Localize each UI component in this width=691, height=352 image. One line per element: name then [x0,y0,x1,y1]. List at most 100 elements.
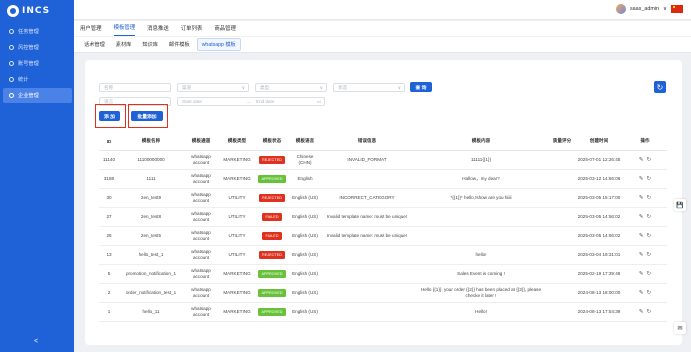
chart-icon [9,77,14,82]
cell-actions: ✎ ↻ [623,207,667,227]
table-row[interactable]: 5 promotion_notification_1 whatsapp accoun… [99,264,667,284]
channel-select[interactable]: 渠道 ∨ [177,83,249,92]
tab-order-list[interactable]: 订单列表 [181,24,203,36]
tab-script-management[interactable]: 话术管理 [80,39,109,50]
cell-id: 11140 [99,150,119,170]
name-filter-input[interactable]: 名称 [99,83,171,92]
table-row[interactable]: 13 hello_test_1 whatsapp account UTILITY REJ… [99,245,667,265]
sync-icon[interactable]: ↻ [647,214,652,220]
table-row[interactable]: 1 hello_11 whatsapp account MARKETING APPROV… [99,302,667,322]
cell-created: 2025-07-01 12:26:45 [575,150,623,170]
save-icon[interactable]: 💾 [674,199,686,211]
cell-language: English [289,169,321,189]
cell-channel: whatsapp account [183,283,219,303]
cell-error [321,169,413,189]
user-menu[interactable]: saas_admin ∨ [615,4,683,14]
table-row[interactable]: 3188 1111 whatsapp account MARKETING APPROVE… [99,169,667,189]
edit-icon[interactable]: ✎ [639,176,644,182]
language-flag-icon[interactable] [671,5,683,13]
edit-icon[interactable]: ✎ [639,290,644,296]
column-header: ID [99,133,119,151]
cell-channel: whatsapp account [183,245,219,265]
column-header: 质量评分 [549,133,575,151]
cell-score [549,150,575,170]
cell-content: 11111{{1}} [413,150,549,170]
sync-icon[interactable]: ↻ [647,309,652,315]
cell-created: 2024-08-13 17:54:39 [575,302,623,322]
tab-user-management[interactable]: 用户管理 [80,24,102,36]
tab-material-library[interactable]: 素材库 [112,39,136,50]
edit-icon[interactable]: ✎ [639,157,644,163]
refresh-button[interactable]: ↻ [654,81,666,93]
sidebar-item-enterprise[interactable]: 企业管理 [3,88,72,103]
sidebar-item-risk[interactable]: 风控管理 [3,40,72,55]
edit-icon[interactable]: ✎ [639,309,644,315]
query-button[interactable]: 查 询 [410,82,432,92]
cell-language: English (US) [289,188,321,208]
sync-icon[interactable]: ↻ [647,176,652,182]
tab-message-push[interactable]: 消息推送 [147,24,169,36]
cell-language: English (US) [289,245,321,265]
table-row[interactable]: 27 2en_test8 whatsapp account UTILITY FAILED… [99,207,667,227]
cell-type: MARKETING [219,302,255,322]
status-badge: APPROVED [258,174,286,183]
tab-email-template[interactable]: 邮件模板 [165,39,194,50]
sidebar-item-task[interactable]: 任务管理 [3,24,72,39]
edit-icon[interactable]: ✎ [639,233,644,239]
cell-actions: ✎ ↻ [623,264,667,284]
cell-status: REJECTED [255,245,289,265]
cell-status: FAILED [255,226,289,246]
sync-icon[interactable]: ↻ [647,252,652,258]
edit-icon[interactable]: ✎ [639,252,644,258]
table-row[interactable]: 26 2en_test5 whatsapp account UTILITY FAILED… [99,226,667,246]
placeholder: 状态 [338,85,348,90]
cell-created: 2025-02-19 17:39:46 [575,264,623,284]
date-range-picker[interactable]: Start date → End date ▭ [177,97,325,106]
edit-icon[interactable]: ✎ [639,195,644,201]
batch-add-button[interactable]: 批量添加 [131,111,163,121]
tab-product-management[interactable]: 商品管理 [214,24,236,36]
cell-name: hello_test_1 [119,245,183,265]
cell-language: English (US) [289,302,321,322]
sync-icon[interactable]: ↻ [647,157,652,163]
type-select[interactable]: 类型 ∨ [255,83,327,92]
tab-knowledge-base[interactable]: 知识库 [138,39,162,50]
sync-icon[interactable]: ↻ [647,195,652,201]
cell-actions: ✎ ↻ [623,169,667,189]
cell-created: 2025-03-05 15:17:00 [575,188,623,208]
status-select[interactable]: 状态 ∨ [333,83,405,92]
add-button[interactable]: 添 加 [99,111,120,121]
cell-channel: whatsapp account [183,302,219,322]
status-badge: APPROVED [258,288,286,297]
sidebar-item-label: 企业管理 [18,93,39,99]
sync-icon[interactable]: ↻ [647,233,652,239]
edit-icon[interactable]: ✎ [639,214,644,220]
sidebar-item-label: 统计 [18,77,29,83]
column-header: 错误信息 [321,133,413,151]
cell-actions: ✎ ↻ [623,302,667,322]
status-badge: FAILED [262,212,282,221]
table-row[interactable]: 2 order_notification_test_1 whatsapp accou… [99,283,667,303]
sidebar-item-label: 风控管理 [18,45,39,51]
cell-content [413,207,549,227]
cell-language: English (US) [289,264,321,284]
cell-type: MARKETING [219,283,255,303]
collapse-sidebar-button[interactable]: < [34,338,38,345]
tab-whatsapp-template[interactable]: whatsapp 模板 [196,38,241,51]
sidebar-item-stats[interactable]: 统计 [3,72,72,87]
sidebar-item-account[interactable]: 账号管理 [3,56,72,71]
table-row[interactable]: 11140 11100000000 whatsapp account MARKETIN… [99,150,667,170]
templates-table: ID 模板名称 模板通道 模板类型 模板状态 模板语言 错误信息 模板内容 质量评分 创建时间 操作… [99,133,667,322]
tab-template-management[interactable]: 模板管理 [113,23,136,36]
cell-created: 2025-03-04 19:31:01 [575,245,623,265]
sync-icon[interactable]: ↻ [647,271,652,277]
mail-icon[interactable]: ✉ [674,322,686,334]
cell-type: UTILITY [219,245,255,265]
cell-score [549,169,575,189]
cell-error [321,264,413,284]
cell-score [549,226,575,246]
edit-icon[interactable]: ✎ [639,271,644,277]
table-row[interactable]: 30 2en_test9 whatsapp account UTILITY REJECT… [99,188,667,208]
sidebar-item-label: 账号管理 [18,61,39,67]
sync-icon[interactable]: ↻ [647,290,652,296]
